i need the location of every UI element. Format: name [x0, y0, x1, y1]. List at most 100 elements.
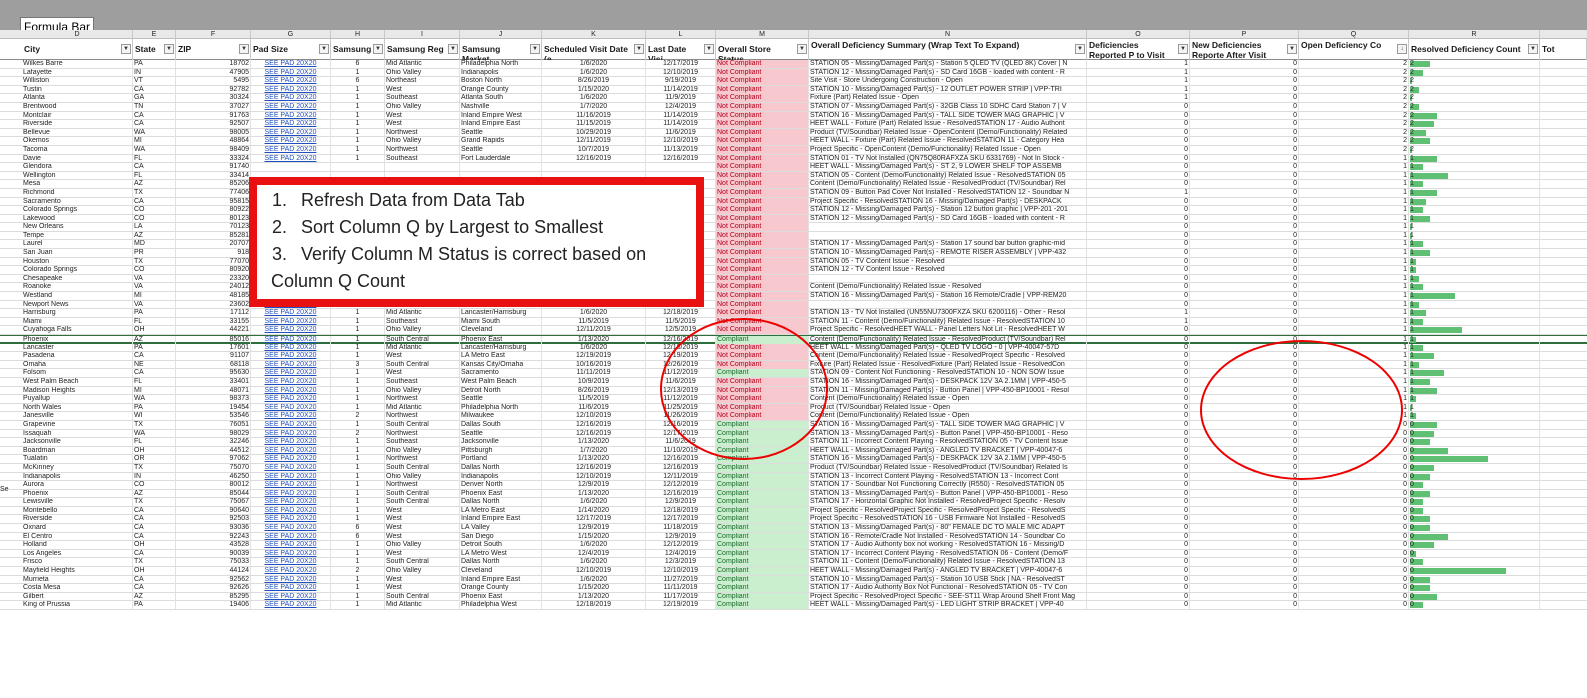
table-cell[interactable]: Ohio Valley [385, 541, 460, 550]
table-cell[interactable]: AZ [133, 489, 176, 498]
table-cell[interactable]: 0 [1087, 206, 1190, 215]
table-cell[interactable]: Jacksonville [460, 438, 542, 447]
table-cell[interactable]: 1 [331, 455, 385, 464]
table-cell[interactable]: WA [133, 395, 176, 404]
table-cell[interactable]: LA Metro East [460, 352, 542, 361]
table-row[interactable]: Brentwood TN 37027 SEE PAD 20X20 1 Ohio Valle… [0, 102, 1587, 112]
table-cell[interactable]: 0 [1190, 231, 1299, 240]
table-cell[interactable]: PA [133, 403, 176, 412]
city-cell[interactable]: Newport News [22, 300, 133, 309]
open-deficiency-cell[interactable]: 1 [1299, 223, 1409, 232]
table-cell[interactable]: TX [133, 188, 176, 197]
deficiency-summary-cell[interactable]: STATION 12 - TV Content Issue - Resolved [809, 266, 1087, 275]
table-cell[interactable]: 1 [331, 549, 385, 558]
table-cell[interactable] [542, 163, 646, 172]
table-cell[interactable]: LA Valley [460, 524, 542, 533]
table-cell[interactable]: 76051 [176, 420, 251, 429]
resolved-count-cell[interactable]: 0 [1409, 472, 1540, 481]
resolved-count-cell[interactable]: 0 [1409, 429, 1540, 438]
column-letter[interactable]: I [385, 30, 460, 39]
table-cell[interactable]: 0 [1087, 558, 1190, 567]
table-cell[interactable]: TX [133, 558, 176, 567]
table-cell[interactable]: 0 [1087, 575, 1190, 584]
table-cell[interactable]: 20707 [176, 240, 251, 249]
table-row[interactable]: Houston TX 77070 Not Compliant STATION 05 - … [0, 257, 1587, 267]
resolved-count-cell[interactable]: 0 [1409, 481, 1540, 490]
table-cell[interactable]: CA [133, 575, 176, 584]
table-cell[interactable]: Mid Atlantic [385, 403, 460, 412]
status-cell[interactable]: Not Compliant [716, 68, 809, 77]
deficiency-summary-cell[interactable]: Content (Demo/Functionality) Related Iss… [809, 180, 1087, 189]
column-letter[interactable]: M [716, 30, 809, 39]
table-cell[interactable]: 0 [1087, 283, 1190, 292]
pad-size-link[interactable]: SEE PAD 20X20 [251, 120, 331, 129]
table-cell[interactable]: 1 [331, 481, 385, 490]
table-cell[interactable]: 12/10/2019 [646, 567, 716, 576]
city-cell[interactable]: Houston [22, 257, 133, 266]
table-cell[interactable]: 85044 [176, 489, 251, 498]
resolved-count-cell[interactable]: 1 [1409, 154, 1540, 163]
deficiency-summary-cell[interactable]: STATION 10 - Missing/Damaged Part(s) - S… [809, 575, 1087, 584]
open-deficiency-cell[interactable]: 2 [1299, 68, 1409, 77]
table-cell[interactable]: 0 [1087, 145, 1190, 154]
table-cell[interactable]: 11/18/2019 [646, 524, 716, 533]
pad-size-link[interactable]: SEE PAD 20X20 [251, 352, 331, 361]
resolved-count-cell[interactable]: 1 [1409, 317, 1540, 326]
table-cell[interactable]: 1 [331, 154, 385, 163]
open-deficiency-cell[interactable]: 0 [1299, 567, 1409, 576]
table-cell[interactable]: CA [133, 524, 176, 533]
table-cell[interactable]: Seattle [460, 145, 542, 154]
table-cell[interactable]: 1 [331, 352, 385, 361]
status-cell[interactable]: Not Compliant [716, 283, 809, 292]
status-cell[interactable]: Not Compliant [716, 249, 809, 258]
table-row[interactable]: Montclair CA 91763 SEE PAD 20X20 1 West Inland… [0, 111, 1587, 121]
table-cell[interactable]: 0 [1087, 300, 1190, 309]
resolved-count-cell[interactable]: 1 [1409, 197, 1540, 206]
table-cell[interactable]: 0 [1190, 197, 1299, 206]
table-cell[interactable]: 1 [331, 558, 385, 567]
table-cell[interactable]: West [385, 352, 460, 361]
table-cell[interactable]: 8/26/2019 [542, 386, 646, 395]
city-cell[interactable]: Tacoma [22, 145, 133, 154]
table-cell[interactable]: MD [133, 240, 176, 249]
pad-size-link[interactable]: SEE PAD 20X20 [251, 403, 331, 412]
table-cell[interactable]: 12/17/2019 [646, 60, 716, 68]
table-cell[interactable]: 0 [1087, 111, 1190, 120]
column-header[interactable]: Pad Size ▼ [251, 39, 331, 60]
open-deficiency-cell[interactable]: 2 [1299, 102, 1409, 111]
table-cell[interactable]: 0 [1087, 429, 1190, 438]
table-cell[interactable]: 11/15/2019 [542, 120, 646, 129]
table-cell[interactable]: Inland Empire East [460, 120, 542, 129]
table-cell[interactable]: 0 [1190, 145, 1299, 154]
table-cell[interactable]: Ohio Valley [385, 102, 460, 111]
pad-size-link[interactable]: SEE PAD 20X20 [251, 429, 331, 438]
table-cell[interactable]: CA [133, 111, 176, 120]
table-cell[interactable]: Northwest [385, 455, 460, 464]
table-cell[interactable]: 48864 [176, 137, 251, 146]
table-cell[interactable]: 1 [331, 541, 385, 550]
table-row[interactable]: Frisco TX 75033 SEE PAD 20X20 1 South Central… [0, 558, 1587, 568]
table-cell[interactable]: Seattle [460, 128, 542, 137]
table-cell[interactable]: 98373 [176, 395, 251, 404]
open-deficiency-cell[interactable]: 1 [1299, 206, 1409, 215]
table-cell[interactable]: FL [133, 171, 176, 180]
table-cell[interactable]: OH [133, 567, 176, 576]
column-header[interactable]: Tot [1540, 39, 1587, 60]
resolved-count-cell[interactable]: 2 [1409, 68, 1540, 77]
table-cell[interactable]: Northeast [385, 77, 460, 86]
table-row[interactable]: ChesapeakeVA23320SEE PAD 20X201Mid Atlan… [0, 274, 1587, 284]
city-cell[interactable]: Okemos [22, 137, 133, 146]
table-cell[interactable]: Ohio Valley [385, 68, 460, 77]
table-cell[interactable]: 1 [331, 94, 385, 103]
column-header[interactable]: Deficiencies Reported P to Visit Date ▼ [1087, 39, 1190, 60]
open-deficiency-cell[interactable]: 1 [1299, 292, 1409, 301]
open-deficiency-cell[interactable]: 2 [1299, 111, 1409, 120]
table-cell[interactable]: Inland Empire East [460, 575, 542, 584]
deficiency-summary-cell[interactable]: STATION 11 - Incorrect Content Playing -… [809, 438, 1087, 447]
table-cell[interactable]: CA [133, 515, 176, 524]
table-cell[interactable]: 1 [1087, 317, 1190, 326]
city-cell[interactable]: North Wales [22, 403, 133, 412]
table-cell[interactable]: 12/4/2019 [646, 102, 716, 111]
table-row[interactable]: Lewisville TX 75067 SEE PAD 20X20 1 South Cen… [0, 498, 1587, 507]
column-header[interactable]: Scheduled Visit Date (e ▼ [542, 39, 646, 60]
